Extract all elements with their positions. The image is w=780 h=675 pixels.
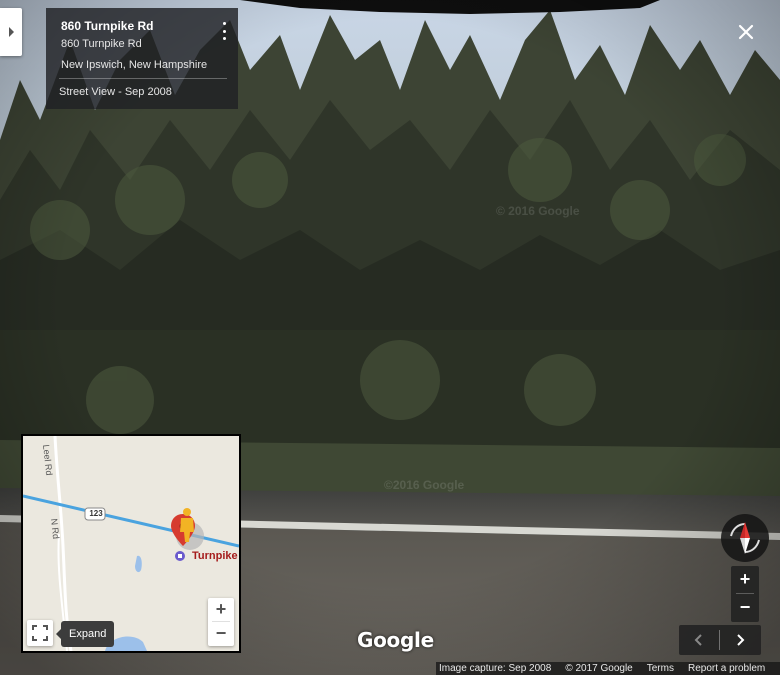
- expand-tooltip: Expand: [55, 621, 115, 647]
- report-problem-link[interactable]: Report a problem: [684, 662, 769, 675]
- place-label[interactable]: Turnpike: [192, 550, 238, 562]
- compass-icon: [730, 522, 760, 554]
- minimap-zoom-control: + −: [208, 598, 234, 646]
- location-address: 860 Turnpike Rd: [61, 38, 142, 50]
- chevron-right-icon: [737, 634, 745, 646]
- imagery-date[interactable]: Street View - Sep 2008: [59, 85, 224, 99]
- location-title[interactable]: 860 Turnpike Rd: [61, 18, 224, 34]
- minimap-canvas[interactable]: [23, 436, 239, 651]
- route-shield: 123: [89, 509, 103, 518]
- chevron-left-icon: [694, 634, 702, 646]
- minimap-zoom-out-button[interactable]: −: [208, 622, 234, 645]
- fullscreen-icon: [32, 625, 48, 641]
- terms-link[interactable]: Terms: [643, 662, 684, 675]
- location-locality: New Ipswich, New Hampshire: [61, 59, 208, 71]
- zoom-control: + −: [731, 566, 759, 622]
- zoom-in-button[interactable]: +: [731, 566, 759, 593]
- google-logo: Google: [357, 628, 434, 652]
- more-options-icon[interactable]: [220, 22, 228, 40]
- road-label: N Rd: [49, 518, 62, 540]
- next-button[interactable]: [720, 625, 760, 655]
- compass-control[interactable]: [721, 514, 769, 562]
- close-icon[interactable]: [734, 20, 758, 44]
- watermark: © 2016 Google: [496, 204, 580, 218]
- image-capture-date: Image capture: Sep 2008: [439, 663, 552, 674]
- previous-button[interactable]: [679, 625, 719, 655]
- chevron-right-icon: [8, 27, 14, 37]
- expand-map-button[interactable]: [27, 620, 53, 646]
- copyright: © 2017 Google: [565, 663, 633, 674]
- minimap-zoom-in-button[interactable]: +: [208, 598, 234, 621]
- location-card: 860 Turnpike Rd 860 Turnpike Rd New Ipsw…: [46, 8, 238, 109]
- side-panel-toggle[interactable]: [0, 8, 22, 56]
- image-navigation: [679, 625, 761, 655]
- minimap[interactable]: Leel Rd N Rd 123 Turnpike + − Expand: [21, 434, 241, 653]
- attribution-bar: Image capture: Sep 2008 © 2017 Google Te…: [436, 662, 780, 675]
- watermark: ©2016 Google: [384, 478, 465, 492]
- divider: [59, 78, 227, 79]
- zoom-out-button[interactable]: −: [731, 594, 759, 621]
